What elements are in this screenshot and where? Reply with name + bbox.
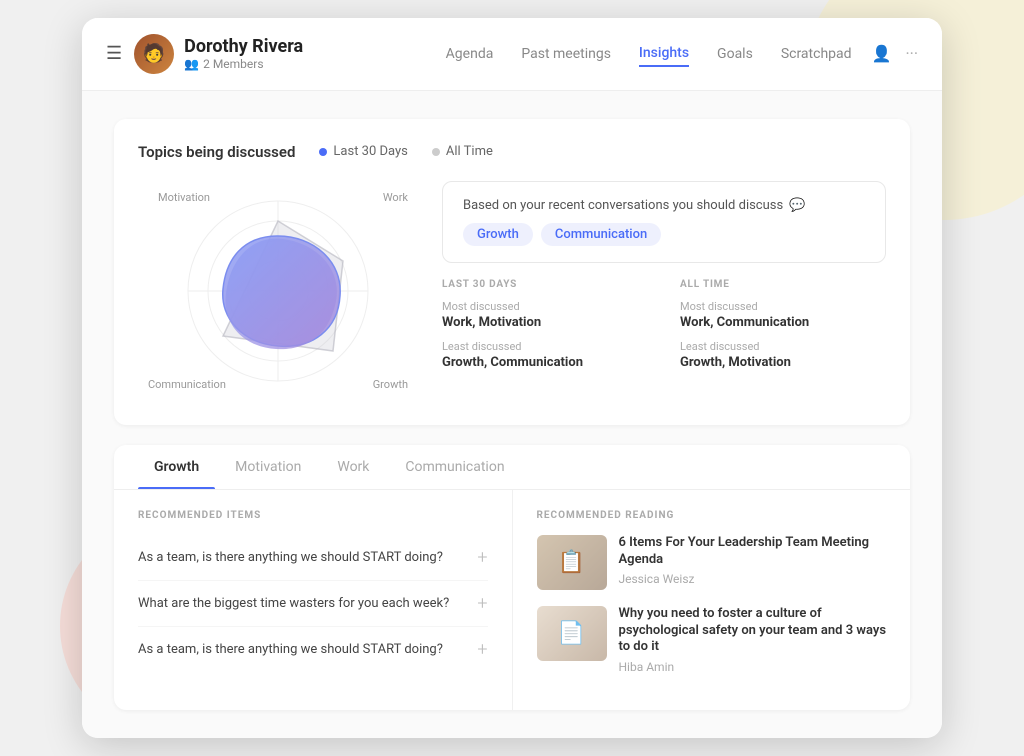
tab-work[interactable]: Work: [321, 445, 385, 489]
radar-svg: [168, 181, 388, 401]
reading-item-0[interactable]: 📋 6 Items For Your Leadership Team Meeti…: [537, 535, 887, 590]
nav-insights[interactable]: Insights: [639, 41, 689, 67]
stats-last30-least: Least discussed Growth, Communication: [442, 340, 648, 370]
person-icon[interactable]: 👤: [872, 44, 892, 63]
topics-body: Motivation Work Communication Growth: [138, 181, 886, 401]
topics-title: Topics being discussed: [138, 143, 295, 161]
reading-info-0: 6 Items For Your Leadership Team Meeting…: [619, 535, 887, 590]
rec-item-2[interactable]: As a team, is there anything we should S…: [138, 627, 488, 672]
radar-label-growth: Growth: [373, 378, 408, 391]
legend-last30: Last 30 Days: [319, 144, 407, 159]
main-content: Topics being discussed Last 30 Days All …: [82, 91, 942, 739]
topics-section: Topics being discussed Last 30 Days All …: [114, 119, 910, 425]
tab-motivation[interactable]: Motivation: [219, 445, 317, 489]
radar-label-motivation: Motivation: [158, 191, 210, 204]
app-window: ☰ 🧑 Dorothy Rivera 👥 2 Members Agenda Pa…: [82, 18, 942, 739]
legend-alltime: All Time: [432, 144, 493, 159]
suggest-tags: Growth Communication: [463, 223, 865, 246]
members-label: 👥 2 Members: [184, 57, 446, 71]
stats-row: Last 30 Days Most discussed Work, Motiva…: [442, 279, 886, 380]
legend-dot-gray: [432, 148, 440, 156]
tabs-section: Growth Motivation Work Communication Rec…: [114, 445, 910, 711]
add-icon-2[interactable]: +: [477, 639, 487, 660]
stats-alltime: All Time Most discussed Work, Communicat…: [680, 279, 886, 380]
nav-agenda[interactable]: Agenda: [446, 42, 494, 66]
topics-header: Topics being discussed Last 30 Days All …: [138, 143, 886, 161]
user-info: Dorothy Rivera 👥 2 Members: [184, 36, 446, 71]
main-nav: Agenda Past meetings Insights Goals Scra…: [446, 41, 852, 67]
suggest-card: Based on your recent conversations you s…: [442, 181, 886, 263]
nav-goals[interactable]: Goals: [717, 42, 753, 66]
suggest-title: Based on your recent conversations you s…: [463, 198, 865, 213]
recommended-reading-label: Recommended Reading: [537, 510, 887, 521]
nav-past-meetings[interactable]: Past meetings: [521, 42, 611, 66]
stats-alltime-most: Most discussed Work, Communication: [680, 300, 886, 330]
insights-panel: Based on your recent conversations you s…: [442, 181, 886, 401]
header-actions: 👤 ···: [872, 44, 918, 63]
more-icon[interactable]: ···: [905, 44, 918, 63]
menu-icon[interactable]: ☰: [106, 43, 122, 64]
recommended-items-panel: Recommended Items As a team, is there an…: [114, 490, 513, 711]
stats-alltime-period: All Time: [680, 279, 886, 290]
reading-thumb-1: 📄: [537, 606, 607, 661]
chat-icon: 💬: [789, 198, 805, 213]
radar-label-work: Work: [383, 191, 408, 204]
reading-thumb-0: 📋: [537, 535, 607, 590]
avatar: 🧑: [134, 34, 174, 74]
add-icon-1[interactable]: +: [477, 593, 487, 614]
reading-info-1: Why you need to foster a culture of psyc…: [619, 606, 887, 675]
add-icon-0[interactable]: +: [477, 547, 487, 568]
stats-alltime-least: Least discussed Growth, Motivation: [680, 340, 886, 370]
tag-communication[interactable]: Communication: [541, 223, 661, 246]
reading-item-1[interactable]: 📄 Why you need to foster a culture of ps…: [537, 606, 887, 675]
stats-last30-period: Last 30 Days: [442, 279, 648, 290]
radar-label-communication: Communication: [148, 378, 226, 391]
tag-growth[interactable]: Growth: [463, 223, 533, 246]
recommended-items-label: Recommended Items: [138, 510, 488, 521]
stats-last30-most: Most discussed Work, Motivation: [442, 300, 648, 330]
header: ☰ 🧑 Dorothy Rivera 👥 2 Members Agenda Pa…: [82, 18, 942, 91]
tabs-bar: Growth Motivation Work Communication: [114, 445, 910, 490]
rec-item-0[interactable]: As a team, is there anything we should S…: [138, 535, 488, 581]
legend-dot-blue: [319, 148, 327, 156]
members-icon: 👥: [184, 57, 199, 71]
rec-item-1[interactable]: What are the biggest time wasters for yo…: [138, 581, 488, 627]
stats-last30: Last 30 Days Most discussed Work, Motiva…: [442, 279, 648, 380]
tabs-content: Recommended Items As a team, is there an…: [114, 490, 910, 711]
tab-growth[interactable]: Growth: [138, 445, 215, 489]
recommended-reading-panel: Recommended Reading 📋 6 Items For Your L…: [513, 490, 911, 711]
tab-communication[interactable]: Communication: [389, 445, 520, 489]
nav-scratchpad[interactable]: Scratchpad: [781, 42, 852, 66]
radar-chart-area: Motivation Work Communication Growth: [138, 181, 418, 401]
user-name: Dorothy Rivera: [184, 36, 446, 57]
